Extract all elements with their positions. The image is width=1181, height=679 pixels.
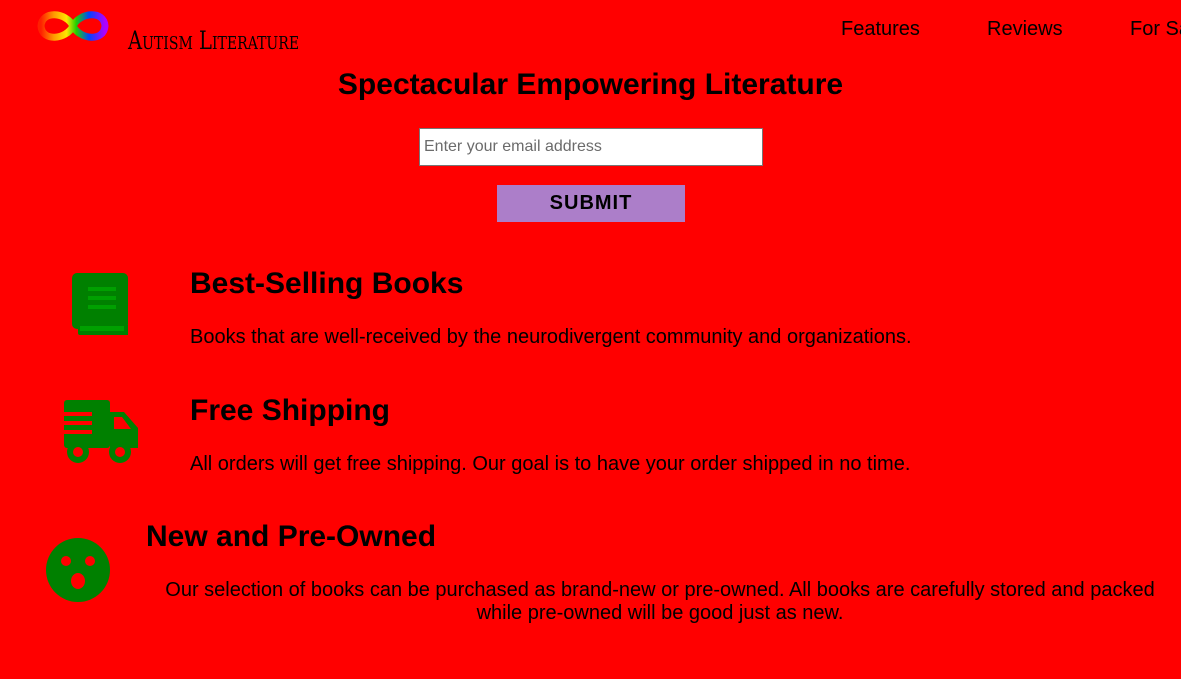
- book-icon: [72, 273, 128, 335]
- nav-link-for-sale[interactable]: For Sale: [1130, 18, 1181, 41]
- feature-title: Free Shipping: [190, 394, 391, 427]
- email-input[interactable]: [419, 128, 763, 166]
- submit-button[interactable]: SUBMIT: [497, 185, 685, 222]
- feature-description: Books that are well-received by the neur…: [190, 326, 912, 348]
- nav-link-features[interactable]: Features: [841, 18, 920, 41]
- page-headline: Spectacular Empowering Literature: [337, 68, 844, 101]
- shipping-truck-icon: [58, 400, 138, 463]
- nav-link-reviews[interactable]: Reviews: [987, 18, 1063, 41]
- feature-description: All orders will get free shipping. Our g…: [190, 453, 911, 475]
- main-nav: Features Reviews For Sale: [0, 18, 1181, 42]
- feature-description: Our selection of books can be purchased …: [165, 579, 1155, 624]
- feature-title: New and Pre-Owned: [146, 520, 437, 553]
- surprised-face-icon: [46, 538, 110, 602]
- feature-title: Best-Selling Books: [190, 267, 464, 300]
- landing-page: Autism Literature Features Reviews For S…: [0, 0, 1181, 679]
